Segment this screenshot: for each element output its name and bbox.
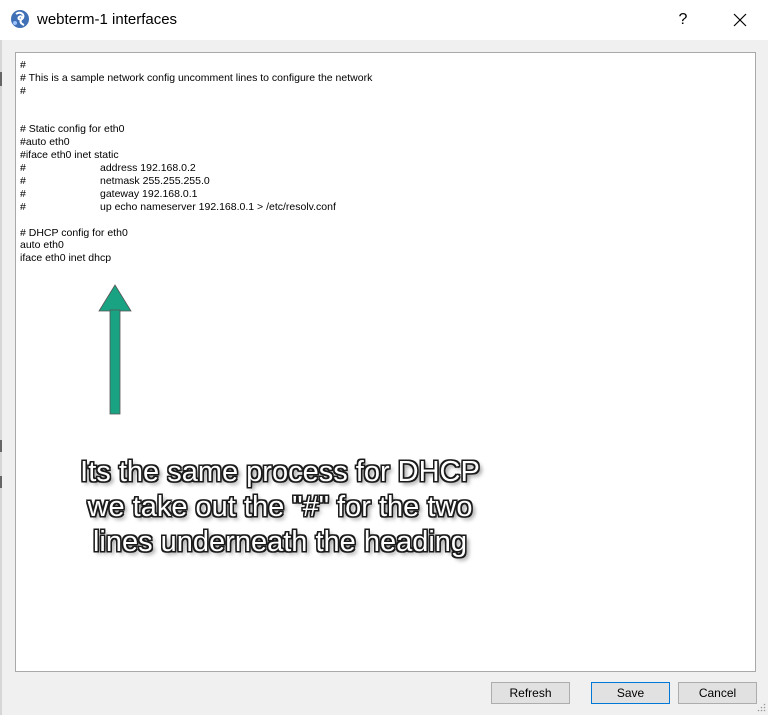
annotation-text: Its the same process for DHCP we take out… bbox=[45, 455, 515, 560]
window-edge-mark bbox=[0, 476, 2, 488]
editor-line-value: netmask 255.255.255.0 bbox=[100, 175, 210, 188]
editor-line-text: # bbox=[20, 162, 26, 175]
refresh-button[interactable]: Refresh bbox=[491, 682, 570, 704]
close-button[interactable] bbox=[725, 6, 755, 34]
editor-line: # up echo nameserver 192.168.0.1 > /etc/r… bbox=[20, 201, 372, 214]
editor-line-text: # bbox=[20, 84, 26, 97]
editor-line: # bbox=[20, 85, 372, 98]
editor-line: # DHCP config for eth0 bbox=[20, 227, 372, 240]
editor-line: #iface eth0 inet static bbox=[20, 149, 372, 162]
annotation-line: lines underneath the heading bbox=[92, 526, 468, 558]
editor-line: # address 192.168.0.2 bbox=[20, 162, 372, 175]
editor-line-value: up echo nameserver 192.168.0.1 > /etc/re… bbox=[100, 200, 336, 213]
editor-line: # bbox=[20, 59, 372, 72]
window-edge bbox=[0, 40, 2, 715]
editor-line-text: # DHCP config for eth0 bbox=[20, 226, 128, 239]
editor-line-text: # bbox=[20, 187, 26, 200]
editor-line-text: auto eth0 bbox=[20, 239, 64, 252]
editor-line-text: # bbox=[20, 59, 26, 71]
editor-line: # gateway 192.168.0.1 bbox=[20, 188, 372, 201]
config-text: # # This is a sample network config uncom… bbox=[20, 59, 372, 265]
editor-line: # netmask 255.255.255.0 bbox=[20, 175, 372, 188]
window-title: webterm-1 interfaces bbox=[37, 11, 178, 28]
cancel-button[interactable]: Cancel bbox=[678, 682, 757, 704]
annotation-line: we take out the "#" for the two bbox=[87, 491, 473, 523]
editor-line-text: #auto eth0 bbox=[20, 136, 70, 149]
resize-grip-icon[interactable] bbox=[757, 703, 766, 712]
editor-line: # Static config for eth0 bbox=[20, 123, 372, 136]
editor-line-text: # bbox=[20, 175, 26, 188]
editor-line-text: # This is a sample network config uncomm… bbox=[20, 71, 373, 84]
editor-line: iface eth0 inet dhcp bbox=[20, 252, 372, 265]
editor-line-text: #iface eth0 inet static bbox=[20, 149, 119, 162]
app-logo-icon bbox=[11, 10, 29, 28]
editor-line-text: # Static config for eth0 bbox=[20, 123, 125, 136]
editor-line-value: gateway 192.168.0.1 bbox=[100, 187, 198, 200]
help-button[interactable]: ? bbox=[668, 6, 698, 34]
editor-line: auto eth0 bbox=[20, 239, 372, 252]
close-icon bbox=[733, 13, 747, 27]
editor-line-value: address 192.168.0.2 bbox=[100, 162, 196, 175]
editor-line: #auto eth0 bbox=[20, 136, 372, 149]
window-edge-mark bbox=[0, 440, 2, 452]
annotation-arrow-icon bbox=[98, 284, 132, 415]
annotation-line: Its the same process for DHCP bbox=[80, 456, 480, 488]
editor-line-text: iface eth0 inet dhcp bbox=[20, 252, 112, 265]
editor-line: # This is a sample network config uncomm… bbox=[20, 72, 372, 85]
save-button[interactable]: Save bbox=[591, 682, 670, 704]
editor-line-text: # bbox=[20, 200, 26, 213]
window-edge-mark bbox=[0, 72, 2, 86]
title-bar: webterm-1 interfaces ? bbox=[0, 0, 768, 40]
